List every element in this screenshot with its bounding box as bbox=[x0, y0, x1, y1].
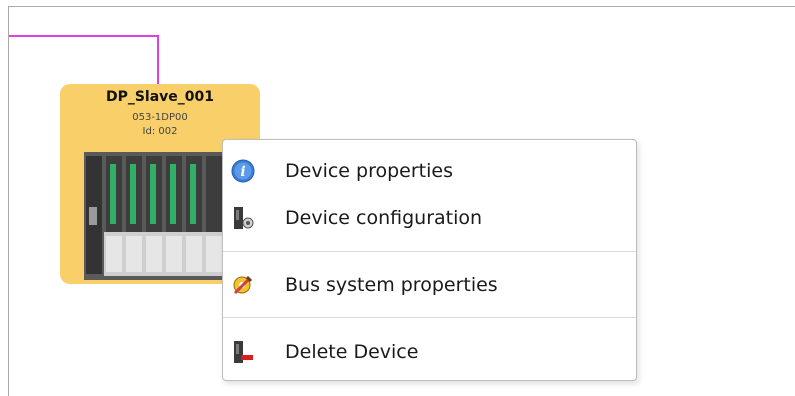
bus-system-icon bbox=[233, 275, 253, 295]
menu-item-label: Bus system properties bbox=[285, 274, 498, 296]
menu-item-label: Device properties bbox=[285, 160, 453, 182]
device-order-number: 053-1DP00 bbox=[132, 112, 188, 123]
menu-item-bus-system-properties[interactable]: Bus system properties bbox=[223, 268, 636, 302]
menu-separator bbox=[223, 317, 636, 318]
menu-item-device-configuration[interactable]: Device configuration bbox=[223, 201, 636, 235]
device-id: Id: 002 bbox=[142, 126, 178, 137]
canvas-border-left bbox=[8, 6, 9, 396]
menu-item-label: Device configuration bbox=[285, 207, 483, 229]
menu-separator bbox=[223, 251, 636, 252]
delete-device-icon bbox=[234, 341, 253, 363]
canvas-border-top bbox=[8, 6, 795, 7]
menu-item-device-properties[interactable]: i Device properties bbox=[223, 154, 636, 188]
context-menu: i Device properties Device configuration… bbox=[222, 139, 637, 381]
device-config-icon bbox=[234, 207, 254, 229]
profibus-drop-line[interactable] bbox=[157, 35, 159, 85]
profibus-line[interactable] bbox=[9, 35, 159, 37]
device-rack-image bbox=[84, 152, 234, 280]
menu-item-label: Delete Device bbox=[285, 341, 419, 363]
info-icon: i bbox=[231, 159, 255, 183]
menu-item-delete-device[interactable]: Delete Device bbox=[223, 335, 636, 369]
network-canvas[interactable]: DP_Slave_001 053-1DP00 Id: 002 i Device … bbox=[0, 0, 795, 396]
device-name: DP_Slave_001 bbox=[105, 89, 215, 105]
svg-text:i: i bbox=[240, 164, 245, 180]
